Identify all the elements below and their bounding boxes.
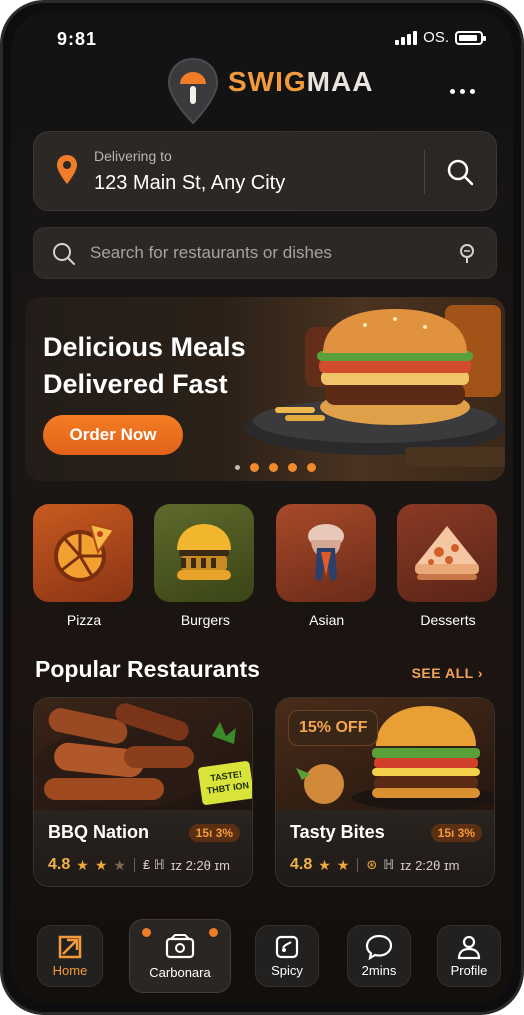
microphone-icon[interactable] <box>458 243 476 270</box>
star-icon: ★ <box>113 856 126 873</box>
delivery-address: 123 Main St, Any City <box>94 172 286 194</box>
wallet-icon <box>165 934 195 965</box>
discount-badge: 15ı 3% <box>188 824 240 842</box>
nav-carbonara[interactable]: Carbonara <box>129 919 231 993</box>
restaurant-image: 15% OFF <box>276 698 494 810</box>
nav-spicy[interactable]: Spicy <box>255 925 319 987</box>
restaurant-meta: 4.8 ★ ★ ⊛ ℍ ɪᴢ 2:2θ ɪm <box>290 856 484 874</box>
divider <box>357 858 359 872</box>
star-icon: ★ <box>76 856 89 873</box>
category-label: Pizza <box>66 612 102 628</box>
restaurant-meta: 4.8 ★ ★ ★ ₤ ℍ ɪᴢ 2:2θ ɪm <box>48 856 242 874</box>
category-pizza[interactable]: Pizza <box>33 504 135 628</box>
restaurant-card-tasty-bites[interactable]: 15% OFF Tasty Bites 15ı 3% 4.8 ★ ★ ⊛ ℍ ɪᴢ… <box>275 697 495 887</box>
search-bar[interactable]: Search for restaurants or dishes <box>33 227 497 279</box>
chat-icon <box>365 934 393 965</box>
spicy-icon <box>274 934 300 965</box>
indicator-dot <box>142 928 151 937</box>
restaurant-card-bbq[interactable]: TASTE! THBT ION BBQ Nation 15ı 3% 4.8 ★ ★… <box>33 697 253 887</box>
star-icon: ★ <box>318 856 331 873</box>
burger-banner-image <box>245 305 505 467</box>
location-pin-icon <box>56 154 78 191</box>
star-icon: ★ <box>94 856 108 873</box>
see-all-link[interactable]: SEE ALL › <box>412 665 483 681</box>
nav-home[interactable]: Home <box>37 925 103 987</box>
battery-icon <box>455 30 486 45</box>
restaurant-name: BBQ Nation <box>48 822 149 842</box>
nav-label: Carbonara <box>149 965 211 980</box>
nav-label: Profile <box>450 963 488 978</box>
search-icon[interactable] <box>446 158 474 191</box>
app-logo: SWIGMAA <box>166 57 373 127</box>
carrier-label: OS. <box>423 29 449 46</box>
divider <box>424 150 425 194</box>
category-burgers[interactable]: Burgers <box>154 504 256 628</box>
promo-banner[interactable]: Delicious Meals Delivered Fast Order Now <box>25 297 505 481</box>
dessert-icon <box>396 504 497 602</box>
discount-badge: 15ı 3% <box>430 824 482 842</box>
logo-pin-icon <box>166 57 220 127</box>
profile-icon <box>456 934 482 965</box>
order-now-button[interactable]: Order Now <box>43 415 183 455</box>
status-indicators: OS. <box>395 29 486 46</box>
nav-label: Spicy <box>271 963 303 978</box>
banner-headline: Delicious Meals Delivered Fast <box>43 332 246 399</box>
category-label: Desserts <box>420 612 476 628</box>
status-time: 9:81 <box>57 29 98 49</box>
delivering-label: Delivering to <box>94 148 172 164</box>
category-label: Burgers <box>180 612 230 628</box>
star-icon: ★ <box>336 856 350 873</box>
category-label: Asian <box>309 612 345 628</box>
bottom-navigation: Home Carbonara Spicy 2mins Profile <box>33 919 501 993</box>
divider <box>133 858 135 872</box>
nav-2mins[interactable]: 2mins <box>347 925 411 987</box>
restaurant-meta-icon: ℍ <box>383 857 395 872</box>
delivery-location-card[interactable]: Delivering to 123 Main St, Any City <box>33 131 497 211</box>
indicator-dot <box>209 928 218 937</box>
nav-label: Home <box>52 963 88 978</box>
app-screen: 9:81 OS. SWIGMAA Delivering to 123 Main … <box>11 11 513 1004</box>
currency-icon: ⊛ <box>366 857 378 872</box>
restaurant-name: Tasty Bites <box>290 822 385 842</box>
phone-frame: 9:81 OS. SWIGMAA Delivering to 123 Main … <box>0 0 524 1015</box>
restaurant-info: Tasty Bites 15ı 3% 4.8 ★ ★ ⊛ ℍ ɪᴢ 2:2θ ɪm <box>276 810 494 886</box>
search-icon <box>52 242 76 271</box>
category-asian[interactable]: Asian <box>275 504 378 628</box>
offer-badge: 15% OFF <box>288 710 379 746</box>
nav-profile[interactable]: Profile <box>437 925 501 987</box>
section-title: Popular Restaurants <box>35 656 260 682</box>
carousel-indicator[interactable] <box>235 463 316 472</box>
rating-value: 4.8 <box>48 856 71 873</box>
restaurant-meta-icon: ₤ ℍ <box>142 857 165 872</box>
pizza-icon <box>33 504 133 602</box>
category-desserts[interactable]: Desserts <box>396 504 499 628</box>
asian-icon <box>275 504 376 602</box>
brand-name: SWIGMAA <box>228 66 374 97</box>
nav-label: 2mins <box>361 963 397 978</box>
restaurant-info: BBQ Nation 15ı 3% 4.8 ★ ★ ★ ₤ ℍ ɪᴢ 2:2θ ɪm <box>34 810 252 886</box>
burger-icon <box>154 504 255 602</box>
delivery-time: ɪᴢ 2:2θ ɪm <box>170 857 230 873</box>
home-icon <box>57 934 83 965</box>
signal-icon <box>395 30 418 45</box>
delivery-time: ɪᴢ 2:2θ ɪm <box>400 857 460 873</box>
rating-value: 4.8 <box>290 856 313 873</box>
category-list: Pizza Burgers Asian Desserts <box>33 504 499 628</box>
status-bar: 9:81 OS. <box>11 25 513 55</box>
more-menu-icon[interactable] <box>450 89 475 94</box>
search-input[interactable]: Search for restaurants or dishes <box>90 243 332 263</box>
restaurant-image: TASTE! THBT ION <box>34 698 252 810</box>
